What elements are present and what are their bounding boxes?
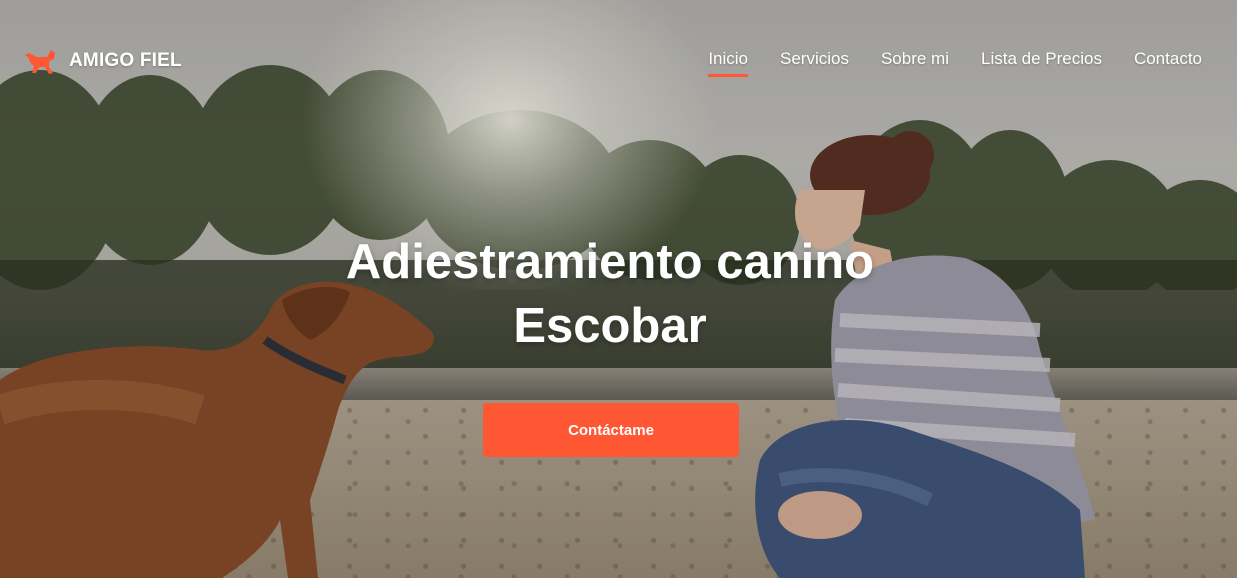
hero-section: AMIGO FIEL Inicio Servicios Sobre mi Lis… (0, 0, 1237, 578)
dog-icon (25, 50, 55, 74)
nav-item-servicios[interactable]: Servicios (780, 49, 849, 75)
nav-item-contacto[interactable]: Contacto (1134, 49, 1202, 75)
brand-logo[interactable]: AMIGO FIEL (25, 47, 182, 75)
nav-item-lista-de-precios[interactable]: Lista de Precios (981, 49, 1102, 75)
hero-title: Adiestramiento canino Escobar (300, 230, 920, 358)
nav-item-inicio[interactable]: Inicio (708, 49, 748, 77)
hero-title-line-2: Escobar (513, 299, 707, 353)
nav-item-sobre-mi[interactable]: Sobre mi (881, 49, 949, 75)
contact-me-button[interactable]: Contáctame (483, 403, 739, 457)
main-nav: Inicio Servicios Sobre mi Lista de Preci… (708, 49, 1202, 77)
brand-name: AMIGO FIEL (69, 50, 182, 71)
hero-title-line-1: Adiestramiento canino (345, 235, 875, 289)
site-header: AMIGO FIEL Inicio Servicios Sobre mi Lis… (0, 0, 1237, 120)
